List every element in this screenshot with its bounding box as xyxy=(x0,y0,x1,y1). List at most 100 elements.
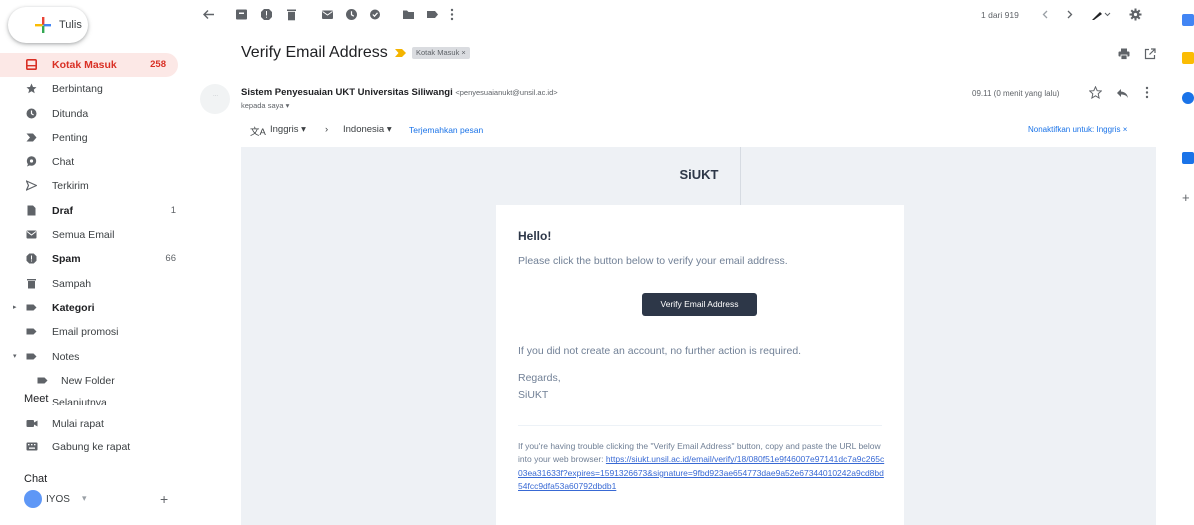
open-in-new-window-icon[interactable] xyxy=(1144,48,1156,60)
sidebar-item-chat[interactable]: Chat xyxy=(0,150,188,174)
sidebar-item-categories[interactable]: ▸ Kategori xyxy=(0,296,188,320)
sidebar-item-inbox[interactable]: Kotak Masuk 258 xyxy=(0,53,178,78)
sidebar-item-snoozed[interactable]: Ditunda xyxy=(0,102,188,126)
archive-icon[interactable] xyxy=(235,8,248,21)
signature-text: SiUKT xyxy=(518,389,549,401)
draft-icon xyxy=(27,205,36,216)
regards-text: Regards, xyxy=(518,372,561,384)
plus-icon xyxy=(35,17,51,33)
sidebar: Tulis Kotak Masuk 258 Berbintang Ditunda… xyxy=(0,0,188,525)
add-chat-icon[interactable]: + xyxy=(160,491,168,507)
star-icon[interactable] xyxy=(1089,86,1102,99)
sidebar-item-label: Ditunda xyxy=(52,107,89,120)
sender-name[interactable]: Sistem Penyesuaian UKT Universitas Siliw… xyxy=(241,87,453,98)
input-tools-icon[interactable] xyxy=(1091,8,1111,21)
print-icon[interactable] xyxy=(1118,48,1130,60)
join-meeting-item[interactable]: Gabung ke rapat xyxy=(0,436,188,458)
trash-icon xyxy=(27,278,36,289)
source-language: Inggris xyxy=(270,124,299,135)
sidebar-item-label: Terkirim xyxy=(52,180,89,193)
sidebar-item-notes[interactable]: ▾ Notes xyxy=(0,345,188,369)
chat-heading: Chat xyxy=(24,473,48,485)
sidebar-item-label: Penting xyxy=(52,131,88,144)
chat-icon xyxy=(26,156,37,167)
chevron-right-icon: › xyxy=(325,124,329,135)
keep-icon[interactable] xyxy=(1182,52,1194,64)
add-addon-icon[interactable]: + xyxy=(1182,191,1194,204)
no-action-text: If you did not create an account, no fur… xyxy=(518,345,802,357)
expand-arrow-icon[interactable]: ▸ xyxy=(13,303,17,311)
all-mail-icon xyxy=(26,230,37,239)
translate-icon: 文A xyxy=(250,127,266,138)
next-page-icon[interactable] xyxy=(1066,8,1074,21)
label-icon xyxy=(26,328,37,335)
snooze-icon[interactable] xyxy=(345,8,358,21)
sidebar-item-trash[interactable]: Sampah xyxy=(0,272,188,296)
delete-icon[interactable] xyxy=(285,8,298,21)
chat-user[interactable]: IYOS ▾ + xyxy=(24,490,184,510)
sidebar-item-label: Sampah xyxy=(52,277,92,290)
sender-line: Sistem Penyesuaian UKT Universitas Siliw… xyxy=(241,87,558,98)
disable-translation-link[interactable]: Nonaktifkan untuk: Inggris × xyxy=(1028,125,1127,134)
sender-avatar[interactable]: ... xyxy=(200,84,230,114)
sidebar-item-all-mail[interactable]: Semua Email xyxy=(0,223,188,247)
reply-icon[interactable] xyxy=(1116,87,1129,99)
avatar-text: ... xyxy=(213,92,219,98)
chevron-down-icon[interactable]: ▾ xyxy=(82,493,87,504)
prev-page-icon[interactable] xyxy=(1041,8,1049,21)
unread-count: 258 xyxy=(150,59,166,70)
sidebar-item-drafts[interactable]: Draf 1 xyxy=(0,199,188,223)
greeting: Hello! xyxy=(518,229,552,243)
keyboard-icon xyxy=(26,442,38,451)
back-icon[interactable] xyxy=(202,8,215,21)
instruction-text: Please click the button below to verify … xyxy=(518,255,788,267)
divider xyxy=(518,425,882,426)
calendar-icon[interactable] xyxy=(1182,14,1194,26)
start-meeting-item[interactable]: Mulai rapat xyxy=(0,413,188,435)
spam-count: 66 xyxy=(165,253,176,265)
source-language-select[interactable]: Inggris ▾ xyxy=(270,124,306,135)
recipient-toggle[interactable]: kepada saya ▾ xyxy=(241,101,289,110)
sidebar-item-label: Spam xyxy=(52,253,81,266)
sidebar-item-sent[interactable]: Terkirim xyxy=(0,174,188,198)
email-subject: Verify Email Address xyxy=(241,44,388,61)
mark-unread-icon[interactable] xyxy=(321,8,334,21)
sidebar-item-label: Chat xyxy=(52,156,75,169)
spam-icon xyxy=(26,253,37,264)
tasks-icon[interactable] xyxy=(1182,92,1194,104)
sidebar-item-label: Draf xyxy=(52,204,74,217)
sidebar-item-spam[interactable]: Spam 66 xyxy=(0,247,188,271)
compose-button[interactable]: Tulis xyxy=(8,7,88,43)
sidebar-item-label: New Folder xyxy=(61,374,115,387)
verify-email-button[interactable]: Verify Email Address xyxy=(642,293,757,316)
important-marker-icon[interactable] xyxy=(395,49,406,57)
move-to-icon[interactable] xyxy=(402,8,415,21)
translate-message-link[interactable]: Terjemahkan pesan xyxy=(409,125,483,135)
labels-icon[interactable] xyxy=(426,8,439,21)
star-icon xyxy=(26,83,37,94)
toolbar: 1 dari 919 xyxy=(188,0,1156,30)
sidebar-item-starred[interactable]: Berbintang xyxy=(0,77,188,101)
compose-label: Tulis xyxy=(59,19,82,31)
sidebar-item-label: Notes xyxy=(52,350,80,363)
sender-email: <penyesuaianukt@unsil.ac.id> xyxy=(455,88,558,97)
sidebar-item-new-folder[interactable]: New Folder xyxy=(0,369,188,393)
sidebar-item-label: Kategori xyxy=(52,301,95,314)
inbox-icon xyxy=(26,59,37,70)
add-to-tasks-icon[interactable] xyxy=(369,8,382,21)
gear-icon[interactable] xyxy=(1129,8,1142,21)
email-brand: SiUKT xyxy=(679,167,719,182)
more-vert-icon[interactable] xyxy=(450,8,454,21)
sidebar-item-promotions[interactable]: Email promosi xyxy=(0,320,188,344)
gmail-app: Tulis Kotak Masuk 258 Berbintang Ditunda… xyxy=(0,0,1194,525)
target-language-select[interactable]: Indonesia ▾ xyxy=(343,124,392,135)
label-chip-inbox[interactable]: Kotak Masuk × xyxy=(412,47,470,59)
sidebar-item-important[interactable]: Penting xyxy=(0,126,188,150)
collapse-arrow-icon[interactable]: ▾ xyxy=(13,352,17,360)
contacts-icon[interactable] xyxy=(1182,152,1194,164)
nav-list: Kotak Masuk 258 Berbintang Ditunda Penti… xyxy=(0,53,188,405)
label-icon xyxy=(26,304,37,311)
sidebar-item-label: Berbintang xyxy=(52,83,103,96)
report-spam-icon[interactable] xyxy=(260,8,273,21)
more-vert-icon[interactable] xyxy=(1145,86,1149,99)
